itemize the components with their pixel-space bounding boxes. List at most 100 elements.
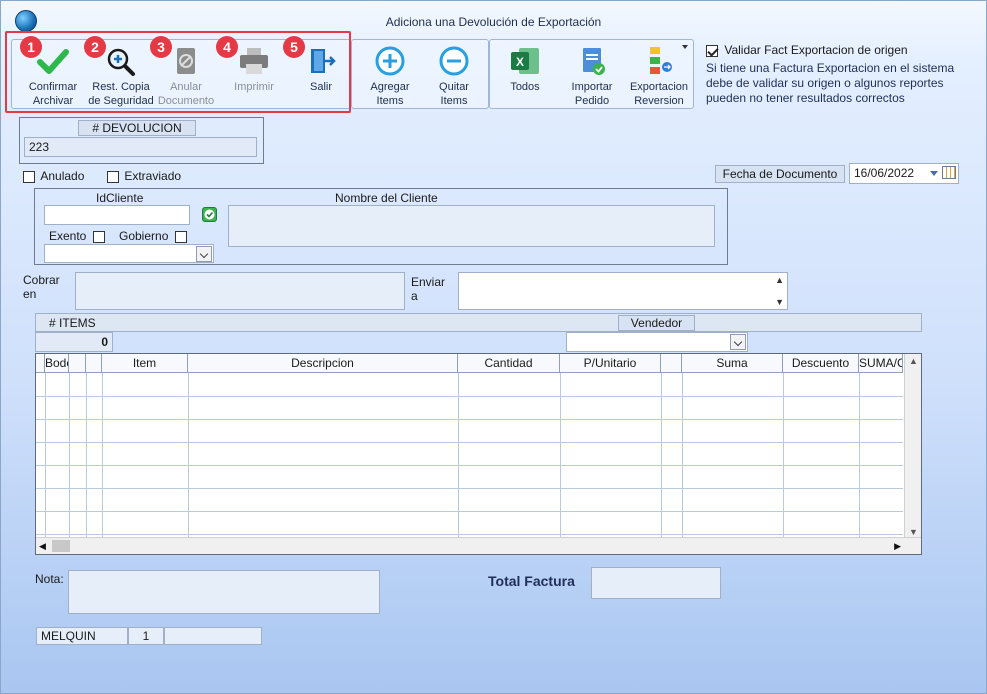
table-row <box>36 396 903 397</box>
col-header-punitario[interactable]: P/Unitario <box>560 354 661 373</box>
table-row <box>36 465 903 466</box>
grid-vertical-scrollbar[interactable]: ▲ ▼ <box>904 354 921 539</box>
import-label-2: Pedido <box>574 95 610 107</box>
scroll-up-icon[interactable]: ▲ <box>775 275 784 285</box>
gobierno-checkbox[interactable]: Gobierno <box>119 229 187 243</box>
fecha-label: Fecha de Documento <box>715 165 845 183</box>
export-reversion-button[interactable]: Exportacion Reversion <box>624 40 694 110</box>
remove-items-button[interactable]: Quitar Items <box>418 40 490 110</box>
flowchart-icon <box>641 44 677 78</box>
remove-label-1: Quitar <box>439 81 469 93</box>
extraviado-label: Extraviado <box>124 169 182 183</box>
table-row <box>36 511 903 512</box>
validate-note-line-2: debe de validar su origen o algunos repo… <box>706 76 944 90</box>
nombre-cliente-field[interactable] <box>228 205 715 247</box>
nombre-cliente-header: Nombre del Cliente <box>335 191 438 205</box>
col-header-8[interactable] <box>661 354 682 373</box>
cobrar-label-1: Cobrar <box>23 273 60 287</box>
add-items-button[interactable]: Agregar Items <box>354 40 426 110</box>
col-header-bodega[interactable]: Bodega <box>45 354 69 373</box>
toolbar-group-items: Agregar Items Quitar Items <box>351 39 489 109</box>
badge-5: 5 <box>283 36 305 58</box>
nota-field[interactable] <box>68 570 380 614</box>
col-header-cantidad[interactable]: Cantidad <box>458 354 560 373</box>
cobrar-field[interactable] <box>75 272 405 310</box>
date-dropdown-icon[interactable] <box>930 171 938 176</box>
validate-origin-checkbox[interactable]: Validar Fact Exportacion de origen <box>706 43 908 57</box>
scroll-thumb[interactable] <box>52 540 70 552</box>
fecha-documento-field[interactable]: 16/06/2022 <box>849 163 959 184</box>
import-document-icon <box>574 44 610 78</box>
cobrar-label: Cobrar en <box>23 273 60 301</box>
add-label-2: Items <box>376 95 404 107</box>
cliente-type-select[interactable] <box>44 244 214 263</box>
items-grid[interactable]: Bodega Item Descripcion Cantidad P/Unita… <box>35 353 922 555</box>
fecha-value: 16/06/2022 <box>854 166 915 180</box>
scroll-down-icon[interactable]: ▼ <box>775 297 784 307</box>
vendedor-select[interactable] <box>566 332 748 352</box>
export-dropdown-caret-icon[interactable] <box>682 45 688 49</box>
grid-col-line <box>682 373 683 539</box>
export-label-1: Exportacion <box>629 81 689 93</box>
export-all-button[interactable]: X Todos <box>490 40 560 110</box>
vendedor-chevron-down-icon[interactable] <box>730 334 746 350</box>
all-label: Todos <box>510 81 540 93</box>
col-header-3[interactable] <box>86 354 102 373</box>
extraviado-checkbox[interactable]: Extraviado <box>107 169 181 183</box>
import-order-button[interactable]: Importar Pedido <box>557 40 627 110</box>
col-header-2[interactable] <box>69 354 86 373</box>
validate-checkbox-box[interactable] <box>706 44 718 57</box>
col-header-descuento[interactable]: Descuento <box>783 354 859 373</box>
exento-checkbox-box[interactable] <box>92 230 105 243</box>
anulado-checkbox[interactable]: Anulado <box>23 169 84 183</box>
scroll-right-arrow-icon[interactable]: ▶ <box>894 541 901 552</box>
scroll-down-arrow-icon[interactable]: ▼ <box>909 527 918 537</box>
idcliente-field[interactable] <box>44 205 190 225</box>
col-header-item[interactable]: Item <box>102 354 188 373</box>
enviar-field[interactable]: ▲ ▼ <box>458 272 788 310</box>
table-row <box>36 419 903 420</box>
devolucion-number-field[interactable]: 223 <box>24 137 257 157</box>
nota-label: Nota: <box>35 572 64 586</box>
validate-note-line-3: pueden no tener resultados correctos <box>706 91 905 105</box>
badge-2: 2 <box>84 36 106 58</box>
status-number: 1 <box>128 627 164 645</box>
table-row <box>36 534 903 535</box>
title-bar: Adiciona una Devolución de Exportación <box>1 1 986 33</box>
total-factura-field <box>591 567 721 599</box>
exento-checkbox[interactable]: Exento <box>49 229 105 243</box>
add-label-1: Agregar <box>370 81 410 93</box>
import-label-1: Importar <box>571 81 613 93</box>
scroll-left-arrow-icon[interactable]: ◀ <box>39 541 46 552</box>
total-factura-label: Total Factura <box>488 573 575 589</box>
grid-col-line <box>45 373 46 539</box>
status-user: MELQUIN <box>36 627 128 645</box>
anulado-checkbox-box[interactable] <box>23 170 35 183</box>
devolucion-header: # DEVOLUCION EXP <box>78 120 196 149</box>
extraviado-checkbox-box[interactable] <box>107 170 119 183</box>
minus-circle-icon <box>436 44 472 78</box>
enviar-label: Enviar a <box>411 275 445 303</box>
grid-col-line <box>859 373 860 539</box>
items-count-header: # ITEMS <box>49 316 96 330</box>
exento-label: Exento <box>49 229 87 243</box>
items-header-bar: # ITEMS Vendedor <box>35 313 922 332</box>
plus-circle-icon <box>372 44 408 78</box>
col-header-descripcion[interactable]: Descripcion <box>188 354 458 373</box>
chevron-down-icon[interactable] <box>196 246 212 262</box>
col-header-suma-c[interactable]: SUMA/C <box>859 354 903 373</box>
grid-horizontal-scrollbar[interactable]: ◀ ▶ <box>36 537 921 554</box>
calendar-icon[interactable] <box>942 166 956 179</box>
gobierno-checkbox-box[interactable] <box>174 230 187 243</box>
scroll-up-arrow-icon[interactable]: ▲ <box>909 356 918 366</box>
grid-col-line <box>69 373 70 539</box>
idcliente-header: IdCliente <box>96 191 144 205</box>
status-extra <box>164 627 262 645</box>
badge-1: 1 <box>20 36 42 58</box>
svg-text:X: X <box>516 55 524 69</box>
remove-label-2: Items <box>440 95 468 107</box>
export-label-2: Reversion <box>634 95 684 107</box>
verify-client-icon[interactable] <box>202 207 217 222</box>
col-header-suma[interactable]: Suma <box>682 354 783 373</box>
badge-3: 3 <box>150 36 172 58</box>
